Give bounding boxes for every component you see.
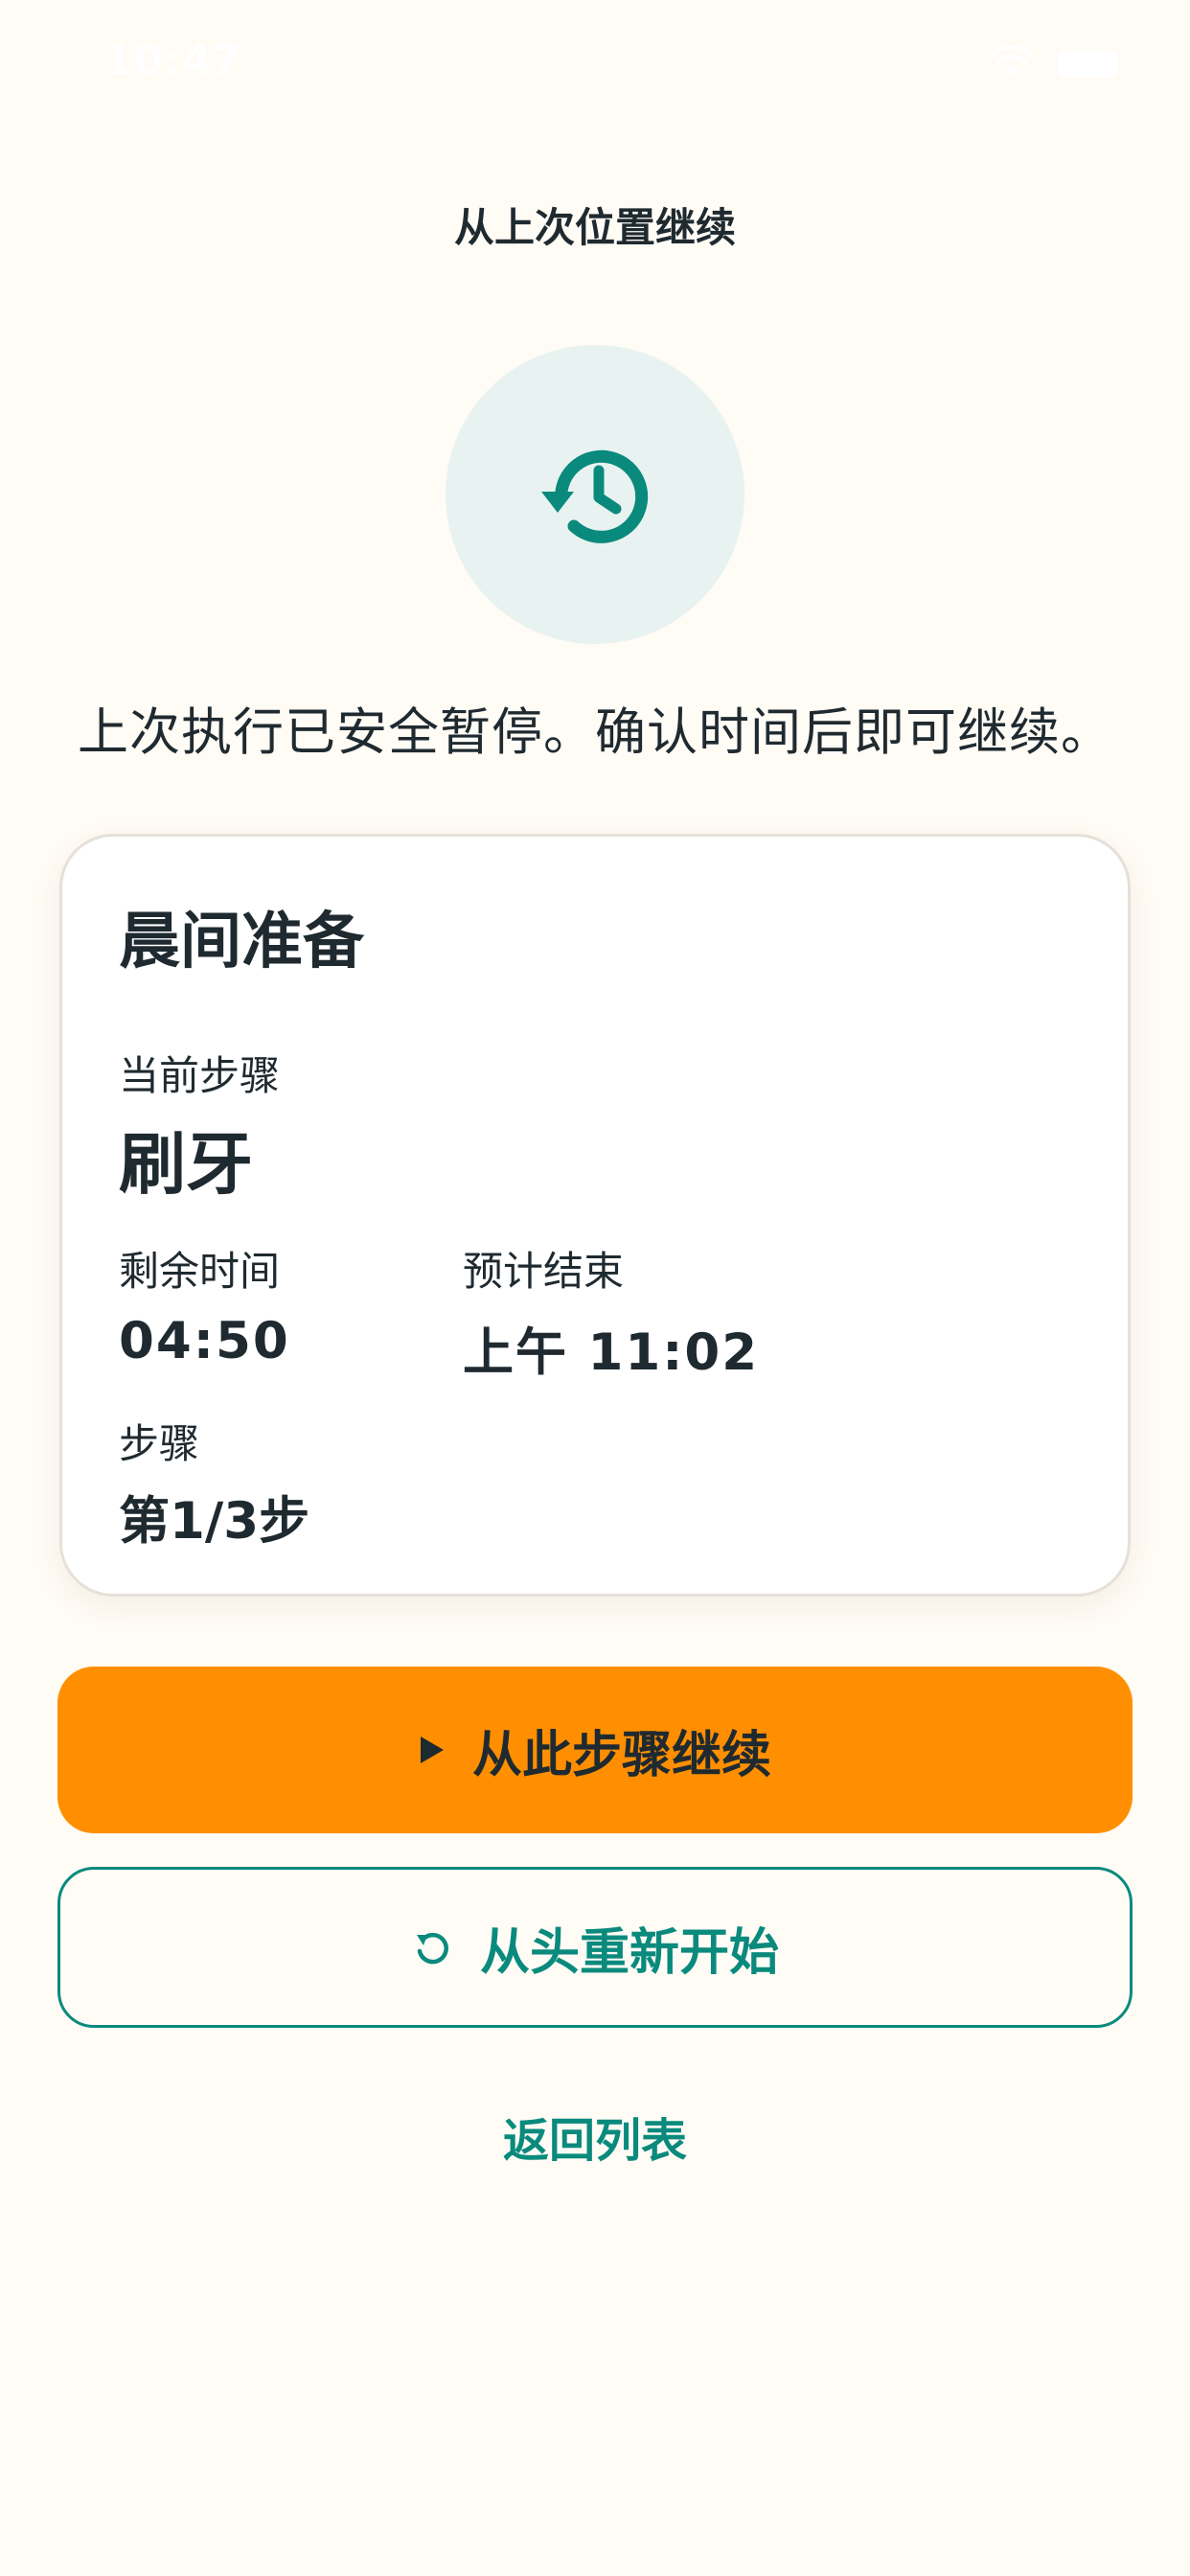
current-step-value: 刷牙 <box>119 1125 253 1204</box>
current-step-label: 当前步骤 <box>119 1052 281 1099</box>
resume-button-label: 从此步骤继续 <box>471 1726 771 1784</box>
routine-card: 晨间准备 当前步骤 刷牙 剩余时间 04:50 预计结束 上午 11:02 步骤… <box>59 834 1131 1597</box>
restart-button-label: 从头重新开始 <box>479 1923 779 1982</box>
page-title: 从上次位置继续 <box>453 204 736 251</box>
restart-icon <box>416 1932 448 1965</box>
estimated-end-label: 预计结束 <box>463 1248 625 1295</box>
resume-from-step-button[interactable]: 从此步骤继续 <box>57 1667 1133 1833</box>
restart-button[interactable]: 从头重新开始 <box>57 1867 1133 2028</box>
pause-message: 上次执行已安全暂停。确认时间后即可继续。 <box>78 703 1112 762</box>
status-bar: 10:47 <box>0 0 1190 125</box>
routine-name: 晨间准备 <box>119 907 364 978</box>
wifi-icon <box>990 46 1034 77</box>
resume-screen: 10:47 从上次位置继续 上次执行已安全暂停。确认时间后即可继续。 晨间准备 … <box>0 0 1190 2576</box>
history-icon <box>541 449 649 543</box>
remaining-time-label: 剩余时间 <box>119 1248 281 1295</box>
status-time: 10:47 <box>103 36 243 85</box>
remaining-time-value: 04:50 <box>119 1312 290 1370</box>
back-to-list-link[interactable]: 返回列表 <box>0 2103 1190 2170</box>
step-count-label: 步骤 <box>119 1420 200 1467</box>
battery-icon <box>1058 51 1117 78</box>
estimated-end-value: 上午 11:02 <box>463 1323 760 1382</box>
step-count-value: 第1/3步 <box>119 1492 310 1551</box>
play-icon <box>420 1736 444 1763</box>
